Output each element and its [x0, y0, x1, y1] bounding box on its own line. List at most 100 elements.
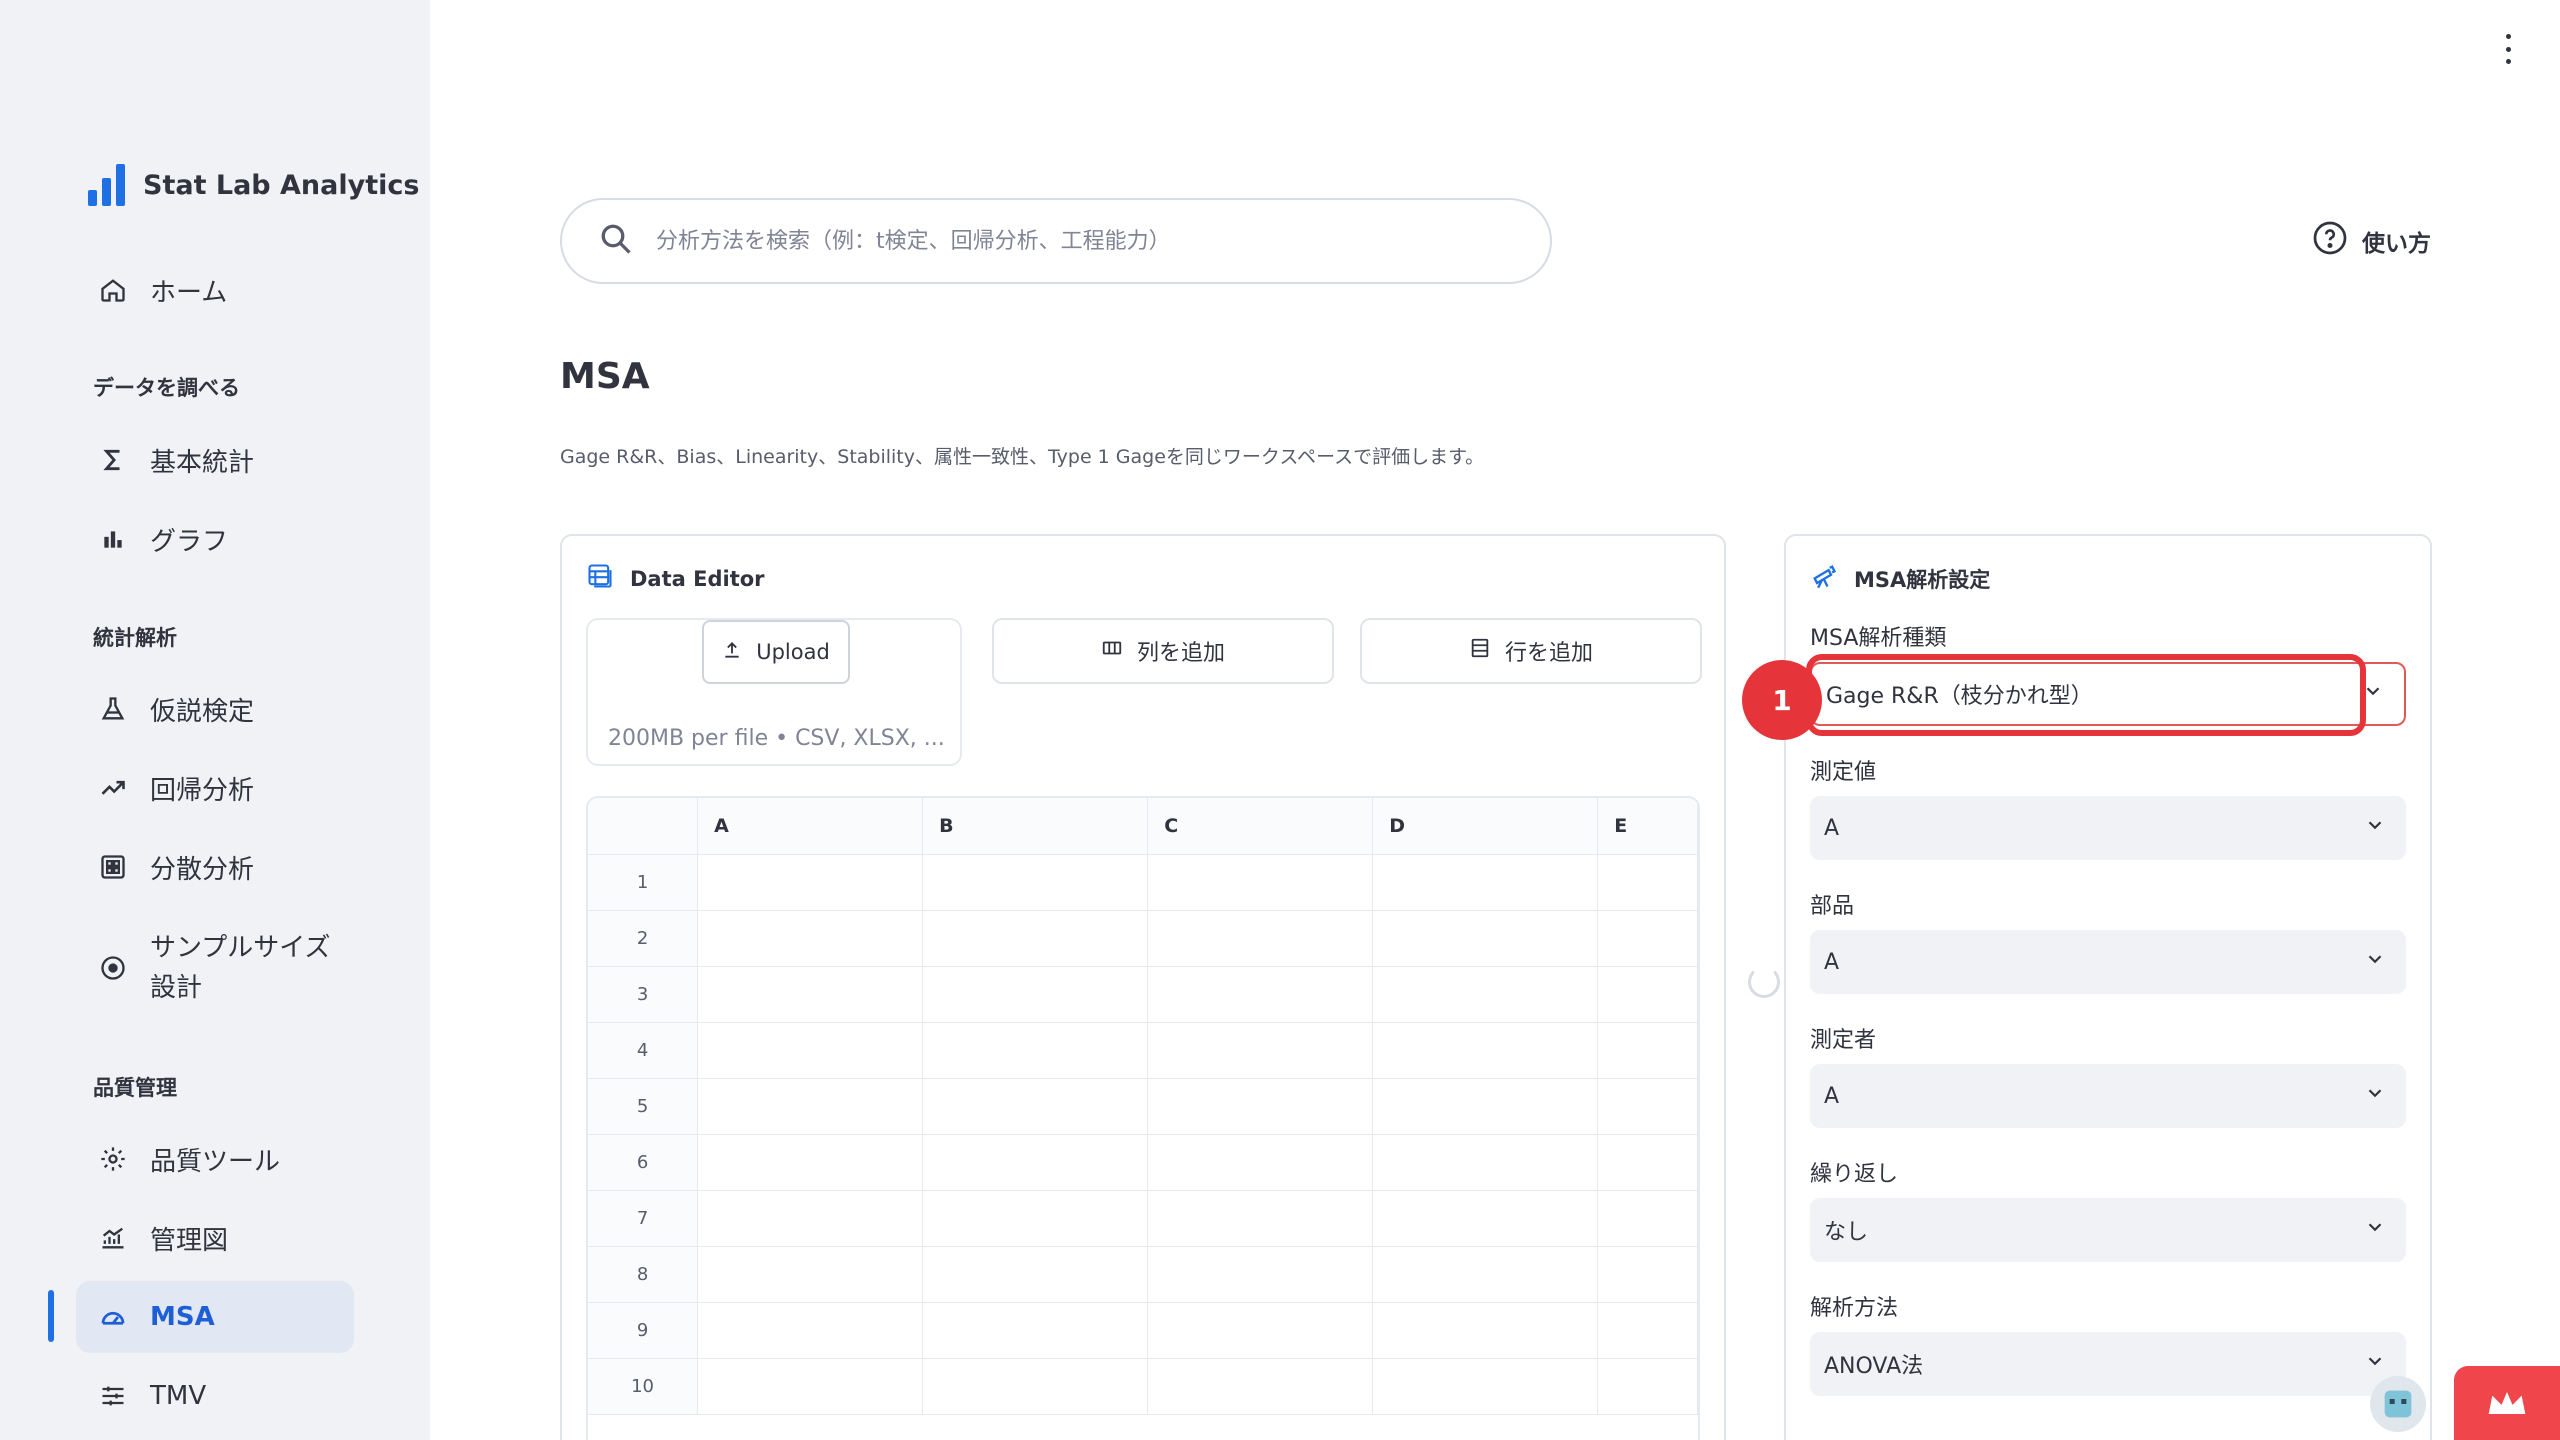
grid-cell[interactable] — [1372, 1078, 1599, 1135]
grid-cell[interactable] — [697, 1246, 924, 1303]
grid-cell[interactable] — [1597, 854, 1698, 911]
row-index: 4 — [588, 1022, 699, 1079]
grid-cell[interactable] — [922, 966, 1149, 1023]
sidebar-item-control-chart[interactable]: 管理図 — [76, 1202, 354, 1274]
part-value: A — [1824, 949, 1840, 975]
grid-cell[interactable] — [922, 1190, 1149, 1247]
add-row-button[interactable]: 行を追加 — [1360, 618, 1702, 684]
chevron-down-icon — [2364, 1216, 2386, 1244]
column-header-c[interactable]: C — [1147, 798, 1374, 855]
sidebar-item-label: サンプルサイズ 設計 — [150, 928, 330, 1009]
add-column-button[interactable]: 列を追加 — [992, 618, 1334, 684]
grid-cell[interactable] — [1147, 1358, 1374, 1415]
sidebar-item-label: 回帰分析 — [150, 775, 255, 806]
repeat-select[interactable]: なし — [1810, 1198, 2406, 1262]
grid-cell[interactable] — [697, 966, 924, 1023]
grid-cell[interactable] — [1597, 910, 1698, 967]
grid-cell[interactable] — [1372, 1190, 1599, 1247]
target-icon — [98, 953, 128, 983]
sidebar-item-hypothesis[interactable]: 仮説検定 — [76, 673, 354, 745]
file-uploader[interactable]: Upload 200MB per file • CSV, XLSX, ... — [586, 618, 962, 766]
grid-cell[interactable] — [697, 1078, 924, 1135]
grid-cell[interactable] — [697, 854, 924, 911]
grid-cell[interactable] — [1597, 1190, 1698, 1247]
grid-cell[interactable] — [1372, 1302, 1599, 1359]
grid-cell[interactable] — [1147, 1022, 1374, 1079]
bar-chart-logo-icon — [88, 164, 125, 206]
grid-cell[interactable] — [1372, 966, 1599, 1023]
grid-cell[interactable] — [922, 1302, 1149, 1359]
grid-cell[interactable] — [1597, 1078, 1698, 1135]
trending-up-icon — [98, 773, 128, 803]
grid-cell[interactable] — [697, 1358, 924, 1415]
search-input[interactable] — [656, 228, 1456, 254]
grid-cell[interactable] — [697, 1134, 924, 1191]
sample-size-line1: サンプルサイズ — [150, 932, 331, 963]
grid-cell[interactable] — [922, 1134, 1149, 1191]
table-row: 7 — [588, 1190, 1698, 1247]
grid-cell[interactable] — [922, 1022, 1149, 1079]
grid-cell[interactable] — [1597, 1246, 1698, 1303]
grid-cell[interactable] — [1147, 1078, 1374, 1135]
grid-cell[interactable] — [1147, 854, 1374, 911]
sidebar-item-msa[interactable]: MSA — [76, 1281, 354, 1353]
operator-select[interactable]: A — [1810, 1064, 2406, 1128]
grid-cell[interactable] — [697, 1190, 924, 1247]
data-grid[interactable]: A B C D E 1 2 3 4 5 6 7 8 9 10 — [586, 796, 1700, 1440]
table-row: 3 — [588, 966, 1698, 1023]
measurement-select[interactable]: A — [1810, 796, 2406, 860]
grid-cell[interactable] — [1372, 1134, 1599, 1191]
upload-button[interactable]: Upload — [702, 620, 850, 684]
column-header-e[interactable]: E — [1597, 798, 1698, 855]
grid-cell[interactable] — [922, 910, 1149, 967]
method-select[interactable]: ANOVA法 — [1810, 1332, 2406, 1396]
sidebar-item-home[interactable]: ホーム — [76, 254, 354, 326]
grid-cell[interactable] — [922, 1358, 1149, 1415]
row-index-header — [588, 798, 699, 855]
help-button[interactable]: 使い方 — [2312, 220, 2431, 262]
column-header-d[interactable]: D — [1372, 798, 1599, 855]
grid-cell[interactable] — [1372, 1022, 1599, 1079]
add-column-label: 列を追加 — [1136, 641, 1225, 666]
grid-cell[interactable] — [1147, 1302, 1374, 1359]
grid-cell[interactable] — [922, 854, 1149, 911]
sidebar-item-graph[interactable]: グラフ — [76, 503, 354, 575]
grid-cell[interactable] — [1597, 1358, 1698, 1415]
upload-label: Upload — [756, 640, 830, 664]
grid-cell[interactable] — [1147, 1246, 1374, 1303]
brand[interactable]: Stat Lab Analytics — [88, 164, 419, 206]
crown-icon[interactable] — [2454, 1366, 2560, 1440]
grid-cell[interactable] — [1147, 910, 1374, 967]
grid-cell[interactable] — [1147, 1134, 1374, 1191]
grid-cell[interactable] — [922, 1078, 1149, 1135]
more-menu-icon[interactable] — [2500, 34, 2516, 64]
grid-cell[interactable] — [697, 910, 924, 967]
sidebar-item-sample-size[interactable]: サンプルサイズ 設計 — [76, 920, 354, 1016]
grid-cell[interactable] — [1597, 1022, 1698, 1079]
grid-cell[interactable] — [1147, 966, 1374, 1023]
grid-cell[interactable] — [697, 1022, 924, 1079]
grid-cell[interactable] — [922, 1246, 1149, 1303]
sidebar-item-regression[interactable]: 回帰分析 — [76, 752, 354, 824]
grid-cell[interactable] — [1147, 1190, 1374, 1247]
assistant-avatar-icon[interactable] — [2370, 1376, 2426, 1432]
sidebar-item-quality-tools[interactable]: 品質ツール — [76, 1123, 354, 1195]
search-bar[interactable] — [560, 198, 1552, 284]
grid-cell[interactable] — [1372, 1358, 1599, 1415]
grid-cell[interactable] — [1372, 854, 1599, 911]
grid-cell[interactable] — [1597, 1302, 1698, 1359]
grid-cell[interactable] — [1372, 910, 1599, 967]
column-header-b[interactable]: B — [922, 798, 1149, 855]
table-row: 4 — [588, 1022, 1698, 1079]
grid-cell[interactable] — [697, 1302, 924, 1359]
part-select[interactable]: A — [1810, 930, 2406, 994]
upload-icon — [722, 640, 742, 665]
grid-cell[interactable] — [1597, 966, 1698, 1023]
column-header-a[interactable]: A — [697, 798, 924, 855]
grid-cell[interactable] — [1597, 1134, 1698, 1191]
sidebar-item-tmv[interactable]: TMV — [76, 1360, 354, 1432]
sidebar-item-basic-stats[interactable]: 基本統計 — [76, 424, 354, 496]
row-index: 2 — [588, 910, 699, 967]
grid-cell[interactable] — [1372, 1246, 1599, 1303]
sidebar-item-anova[interactable]: 分散分析 — [76, 831, 354, 903]
